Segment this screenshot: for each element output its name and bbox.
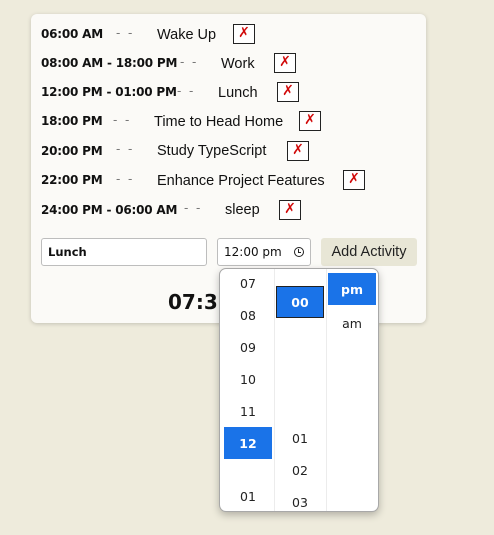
time-input[interactable]: 12:00 pm [217,238,311,266]
hour-option[interactable]: 07 [224,269,272,299]
hour-option[interactable]: 08 [224,299,272,331]
separator: - - [184,200,203,215]
time-input-value: 12:00 pm [224,245,282,259]
minute-option[interactable]: 03 [276,486,324,511]
add-activity-button[interactable]: Add Activity [321,238,417,266]
schedule-row: 08:00 AM - 18:00 PM [41,52,177,74]
delete-button[interactable]: ✗ [287,141,309,161]
minute-option-selected[interactable]: 00 [276,286,324,318]
hour-option[interactable]: 10 [224,363,272,395]
hour-option[interactable]: 01 [224,480,272,511]
delete-button[interactable]: ✗ [274,53,296,73]
column-divider [274,269,275,511]
task-input-value: Lunch [48,245,87,259]
period-option-selected[interactable]: pm [328,273,376,305]
schedule-row: 12:00 PM - 01:00 PM [41,81,177,103]
column-divider [326,269,327,511]
delete-button[interactable]: ✗ [279,200,301,220]
schedule-row: 18:00 PM [41,110,103,132]
separator: - - [177,83,196,98]
delete-button[interactable]: ✗ [277,82,299,102]
schedule-time: 18:00 PM [41,114,103,128]
schedule-time: 22:00 PM [41,173,103,187]
hour-option-selected[interactable]: 12 [224,427,272,459]
hour-option[interactable]: 09 [224,331,272,363]
hour-option[interactable]: 11 [224,395,272,427]
time-picker-popup: 07 08 09 10 11 12 01 00 01 02 03 pm am [219,268,379,512]
task-input[interactable]: Lunch [41,238,207,266]
delete-button[interactable]: ✗ [299,111,321,131]
separator: - - [116,141,135,156]
schedule-task: Study TypeScript [157,143,267,159]
period-option[interactable]: am [328,307,376,339]
separator: - - [116,25,135,40]
schedule-time: 20:00 PM [41,144,103,158]
schedule-row: 22:00 PM [41,169,103,191]
schedule-task: Enhance Project Features [157,173,325,189]
schedule-row: 20:00 PM [41,140,103,162]
minute-option[interactable]: 02 [276,454,324,486]
schedule-time: 24:00 PM - 06:00 AM [41,203,178,217]
schedule-row: 24:00 PM - 06:00 AM [41,199,177,221]
clock-icon[interactable] [294,247,304,257]
delete-button[interactable]: ✗ [233,24,255,44]
schedule-task: Time to Head Home [154,114,284,130]
separator: - - [180,54,199,69]
schedule-time: 08:00 AM - 18:00 PM [41,56,178,70]
schedule-task: Wake Up [157,27,217,43]
schedule-time: 06:00 AM [41,27,104,41]
schedule-row: 06:00 AM [41,23,103,45]
minute-option[interactable]: 01 [276,422,324,454]
schedule-task: sleep [225,202,260,218]
schedule-time: 12:00 PM - 01:00 PM [41,85,177,99]
schedule-task: Work [221,56,255,72]
separator: - - [116,171,135,186]
separator: - - [113,112,132,127]
delete-button[interactable]: ✗ [343,170,365,190]
schedule-task: Lunch [218,85,258,101]
